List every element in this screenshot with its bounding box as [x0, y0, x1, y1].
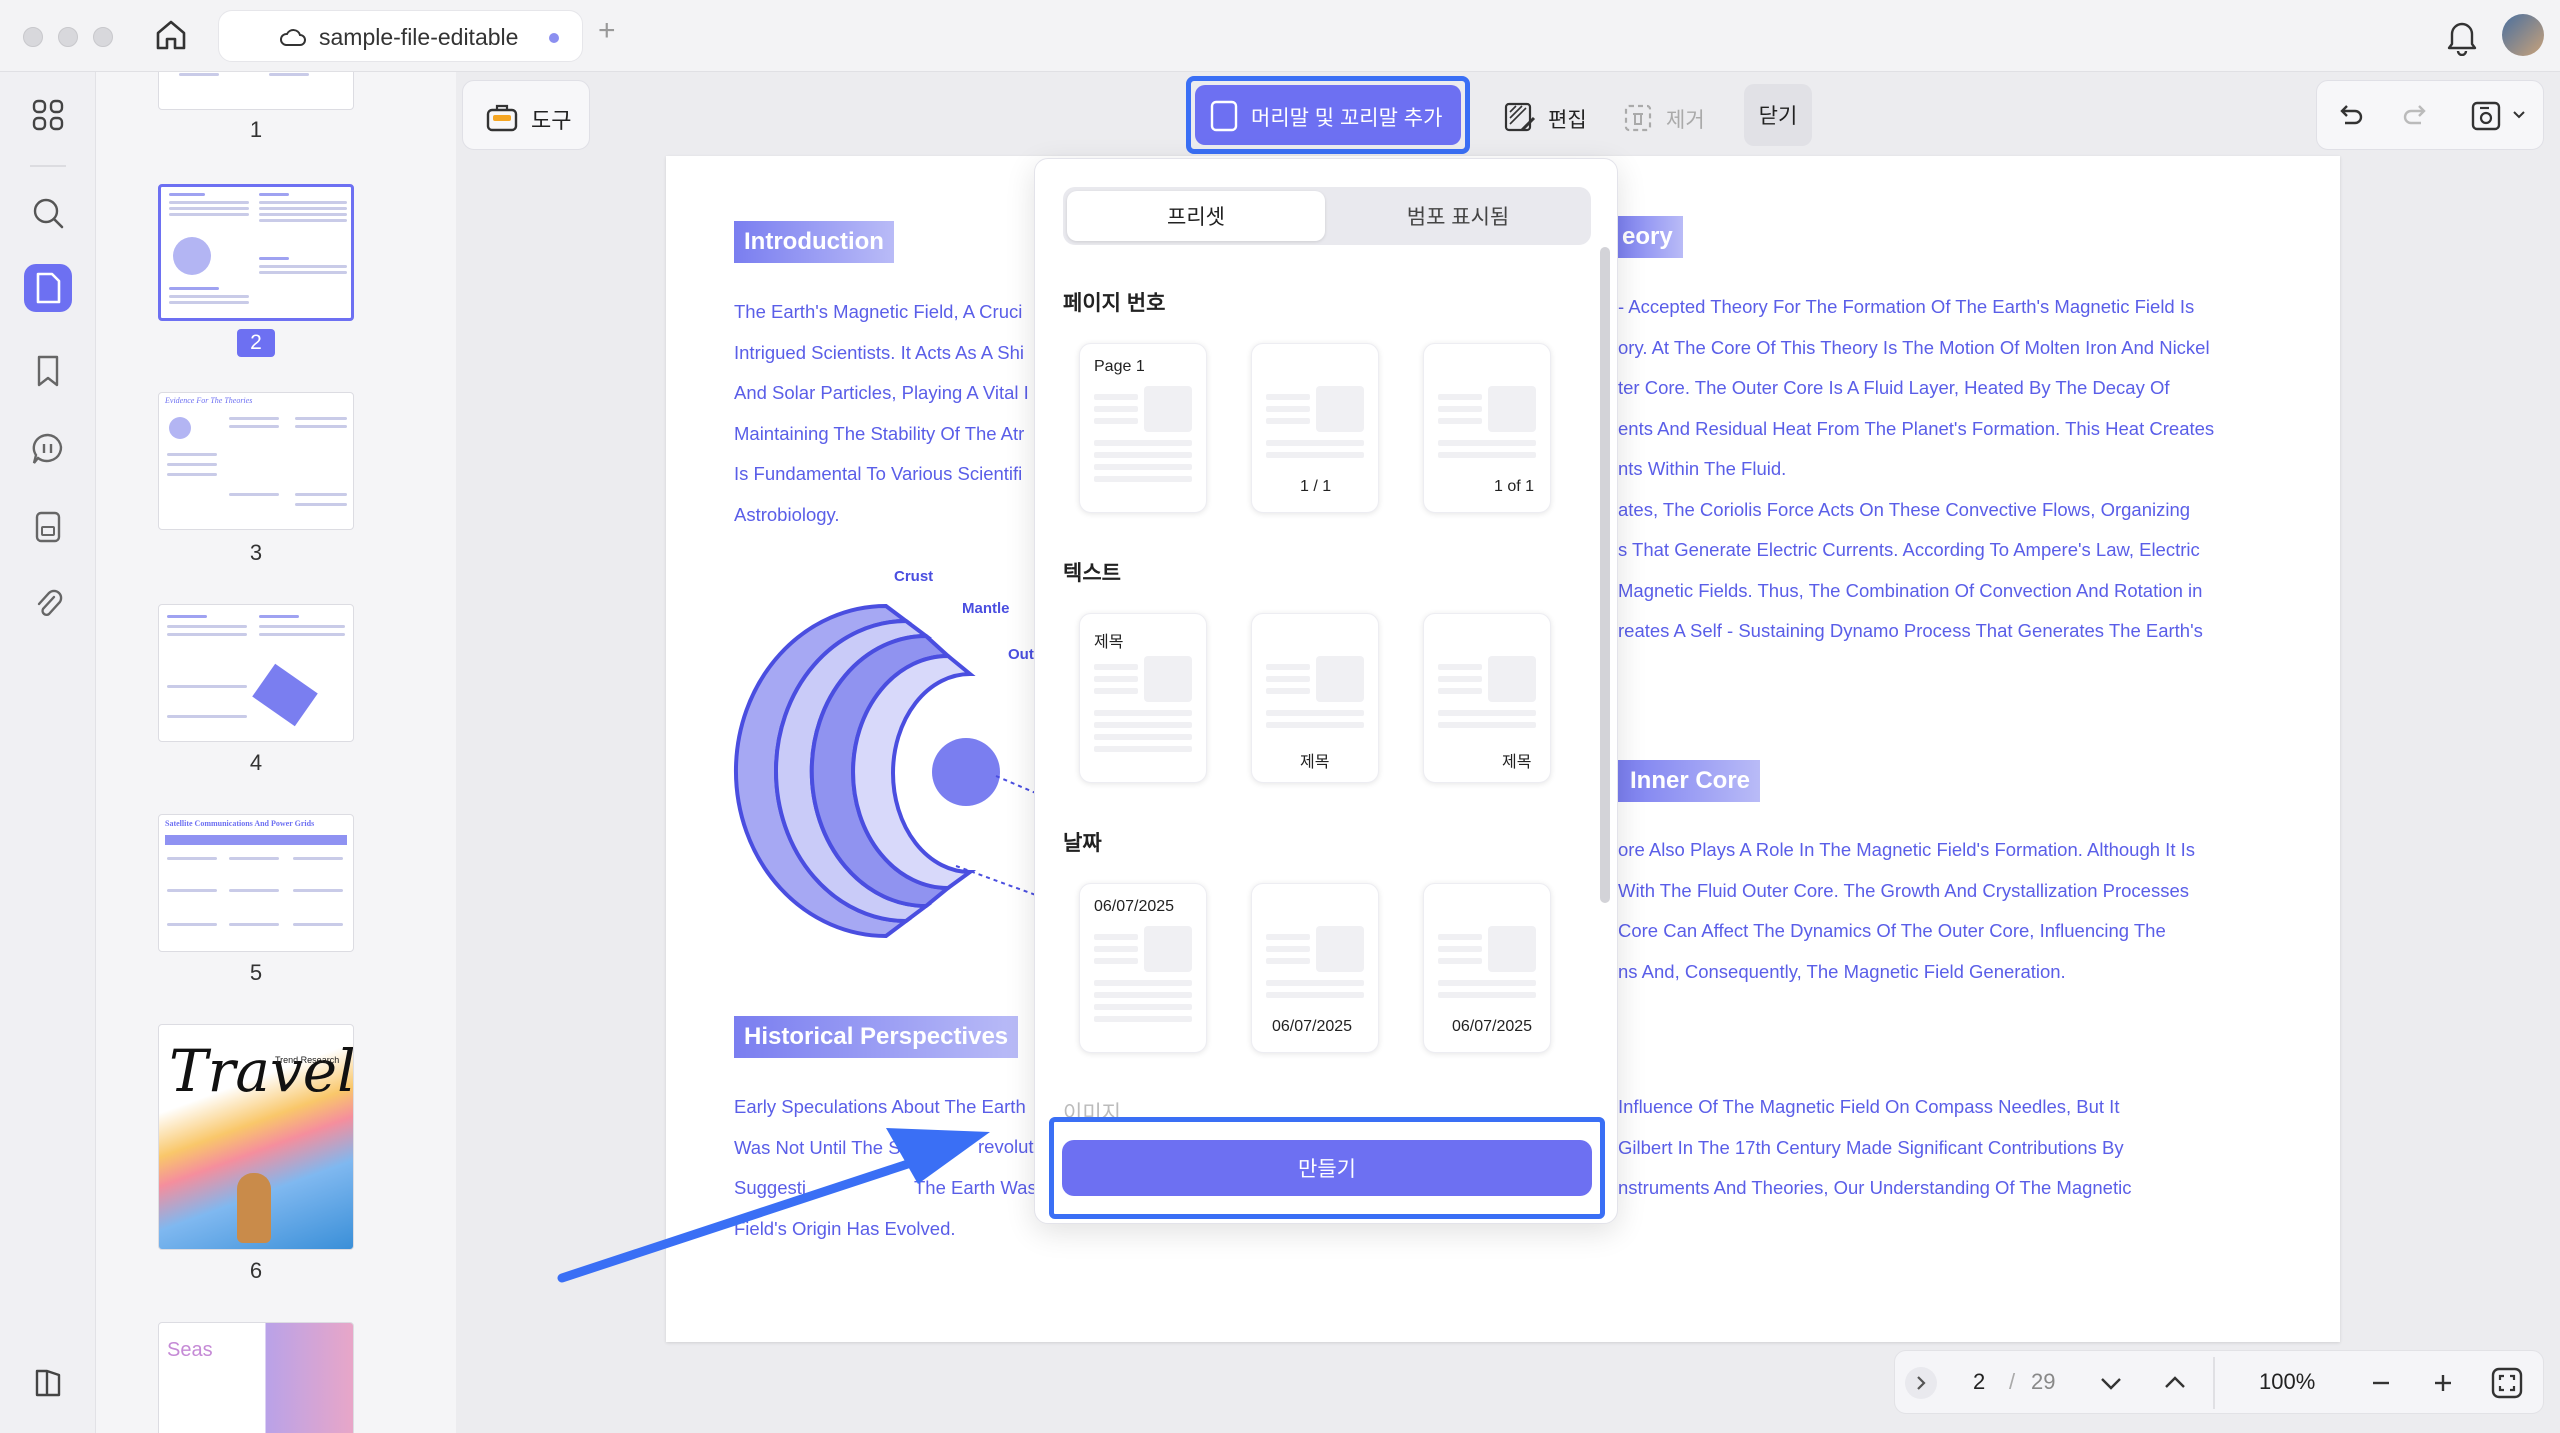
rail-divider [30, 165, 66, 167]
preset-date-3[interactable]: 06/07/2025 [1423, 883, 1551, 1053]
remove-icon [1620, 100, 1656, 136]
undo-icon[interactable] [2335, 101, 2365, 131]
chevron-down-icon[interactable] [2511, 107, 2527, 123]
header-footer-highlight: 머리말 및 꼬리말 추가 [1186, 76, 1470, 154]
bell-icon[interactable] [2444, 16, 2480, 57]
inner-core-paragraph: ore Also Plays A Role In The Magnetic Fi… [1618, 839, 2195, 982]
right-bottom-paragraph: Influence Of The Magnetic Field On Compa… [1618, 1096, 2132, 1198]
title-bar: sample-file-editable + [0, 0, 2560, 72]
zoom-window-button[interactable] [93, 27, 113, 47]
tools-button[interactable]: 도구 [462, 80, 590, 150]
thumbnail-page-2[interactable] [158, 184, 354, 321]
document-tab[interactable]: sample-file-editable [218, 10, 583, 62]
thumbnail-number: 6 [249, 1258, 263, 1283]
header-footer-popover: 프리셋 범포 표시됨 페이지 번호 Page 1 1 / 1 1 of 1 텍스… [1034, 158, 1618, 1224]
save-icon[interactable] [2469, 99, 2503, 133]
annotation-arrow [556, 1118, 996, 1288]
thumbnail-number: 5 [249, 960, 263, 985]
zoom-out-icon[interactable] [2365, 1367, 2397, 1399]
thumbnail-page-7[interactable]: Seas [158, 1322, 354, 1433]
tab-presets[interactable]: 프리셋 [1067, 191, 1325, 241]
avatar[interactable] [2502, 14, 2544, 56]
expand-nav-button[interactable] [1905, 1367, 1937, 1399]
new-tab-button[interactable]: + [598, 14, 616, 48]
next-page-icon[interactable] [2095, 1367, 2127, 1399]
search-icon[interactable] [24, 189, 72, 237]
intro-heading: Introduction [734, 221, 894, 263]
close-tool-button[interactable]: 닫기 [1744, 84, 1812, 146]
bookmark-icon[interactable] [24, 347, 72, 395]
left-rail [0, 72, 96, 1433]
preset-date-1[interactable]: 06/07/2025 [1079, 883, 1207, 1053]
nav-divider [2213, 1357, 2215, 1409]
remove-button[interactable]: 제거 [1610, 80, 1714, 150]
thumbnail-number: 4 [249, 750, 263, 775]
thumbnail-number-selected: 2 [237, 329, 275, 357]
preset-date-2[interactable]: 06/07/2025 [1251, 883, 1379, 1053]
home-icon[interactable] [152, 16, 190, 54]
close-window-button[interactable] [23, 27, 43, 47]
current-page-input[interactable]: 2 [1973, 1369, 1985, 1395]
preset-page-number-3[interactable]: 1 of 1 [1423, 343, 1551, 513]
add-header-footer-button[interactable]: 머리말 및 꼬리말 추가 [1195, 85, 1461, 145]
cloud-icon [279, 25, 307, 49]
tab-marked[interactable]: 범포 표시됨 [1329, 191, 1587, 241]
page-navigation: 2 / 29 100% [1894, 1350, 2544, 1414]
thumbnail-page-1[interactable] [158, 72, 354, 110]
minimize-window-button[interactable] [58, 27, 78, 47]
apps-grid-icon[interactable] [24, 91, 72, 139]
thumbnail-page-3[interactable]: Evidence For The Theories [158, 392, 354, 530]
preset-page-number-2[interactable]: 1 / 1 [1251, 343, 1379, 513]
edit-button[interactable]: 편집 [1488, 80, 1592, 150]
label-outer: Out [1008, 646, 1034, 663]
sidebar-toggle-icon[interactable] [24, 1359, 72, 1407]
group-text: 텍스트 [1063, 562, 1121, 585]
unsaved-dot [549, 33, 559, 43]
group-page-number: 페이지 번호 [1063, 292, 1166, 315]
thumbnail-number: 1 [249, 117, 263, 142]
watermark-edit-icon [1502, 100, 1538, 136]
pages-icon[interactable] [24, 264, 72, 312]
redo-icon[interactable] [2401, 101, 2431, 131]
total-pages: 29 [2031, 1369, 2056, 1394]
zoom-in-icon[interactable] [2427, 1367, 2459, 1399]
attachment-icon[interactable] [24, 581, 72, 629]
thumbnail-number: 3 [249, 540, 263, 565]
preset-tab-control: 프리셋 범포 표시됨 [1063, 187, 1591, 245]
label-mantle: Mantle [962, 600, 1010, 617]
label-crust: Crust [894, 568, 934, 585]
preset-text-1[interactable]: 제목 [1079, 613, 1207, 783]
preset-text-3[interactable]: 제목 [1423, 613, 1551, 783]
tab-title: sample-file-editable [319, 24, 519, 50]
zoom-level[interactable]: 100% [2259, 1369, 2315, 1395]
history-toolbar [2316, 80, 2544, 150]
popover-scrollbar[interactable] [1600, 247, 1610, 903]
previous-page-icon[interactable] [2159, 1367, 2191, 1399]
page-separator: / [2009, 1369, 2016, 1394]
document-tool-icon[interactable] [24, 503, 72, 551]
fit-page-icon[interactable] [2489, 1365, 2525, 1401]
page-frame-icon [1209, 100, 1239, 132]
earth-layers-diagram [726, 576, 1067, 956]
thumbnail-page-6[interactable]: Travel Trend Research [158, 1024, 354, 1250]
create-button[interactable]: 만들기 [1062, 1140, 1592, 1196]
preset-page-number-1[interactable]: Page 1 [1079, 343, 1207, 513]
create-button-highlight: 만들기 [1049, 1117, 1605, 1219]
comment-icon[interactable] [24, 425, 72, 473]
group-date: 날짜 [1063, 832, 1102, 855]
inner-core-heading: Inner Core [1616, 760, 1761, 802]
preset-text-2[interactable]: 제목 [1251, 613, 1379, 783]
thumbnail-panel: 1 2 Evidence For The Theories 3 4 Satell… [96, 72, 456, 1433]
thumbnail-page-4[interactable] [158, 604, 354, 742]
toolbox-icon [485, 101, 519, 133]
historical-heading: Historical Perspectives [734, 1016, 1019, 1058]
thumbnail-page-5[interactable]: Satellite Communications And Power Grids [158, 814, 354, 952]
theory-paragraph: - Accepted Theory For The Formation Of T… [1618, 296, 2215, 641]
theory-heading: eory [1616, 216, 1683, 258]
